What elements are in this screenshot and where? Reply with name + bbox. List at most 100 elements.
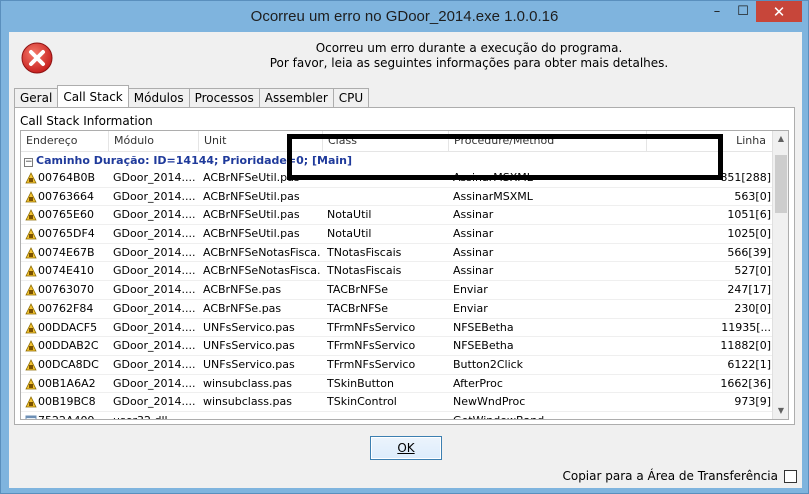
exe-module-icon: [25, 209, 37, 221]
cell-line: 563[0]: [734, 189, 771, 203]
cell-procedure: Enviar: [453, 283, 488, 297]
table-row[interactable]: 00B19BC8 GDoor_2014.... winsubclass.pas TSk…: [21, 393, 773, 412]
cell-unit: ACBrNFSeUtil.pas: [203, 227, 300, 241]
scroll-down-arrow-icon[interactable]: ▼: [773, 403, 788, 419]
exe-module-icon: [25, 284, 37, 296]
exe-module-icon: [25, 377, 37, 389]
cell-address: 0074E410: [38, 264, 94, 278]
table-row[interactable]: 00B1A6A2 GDoor_2014.... winsubclass.pas TSk…: [21, 375, 773, 394]
exe-module-icon: [25, 302, 37, 315]
cell-module: GDoor_2014....: [113, 301, 196, 315]
table-row[interactable]: 00DDAB2C GDoor_2014.... UNFsServico.pas TFr…: [21, 337, 773, 356]
cell-module: GDoor_2014....: [113, 339, 196, 353]
cell-line: 1662[36]: [720, 376, 771, 390]
close-button[interactable]: ✕: [756, 1, 802, 22]
panel-title: Call Stack Information: [20, 114, 153, 128]
cell-line: 1051[6]: [727, 208, 771, 222]
cell-class: TSkinControl: [327, 395, 397, 409]
cell-line: 247[17]: [727, 283, 771, 297]
exe-module-icon: [25, 228, 37, 240]
column-header[interactable]: Módulo: [109, 131, 199, 152]
cell-procedure: Assinar: [453, 208, 494, 222]
scroll-thumb[interactable]: [775, 155, 787, 213]
table-row[interactable]: 00762F84 GDoor_2014.... ACBrNFSe.pas TACBrN…: [21, 300, 773, 319]
table-row[interactable]: 00763070 GDoor_2014.... ACBrNFSe.pas TACBrN…: [21, 281, 773, 300]
column-header[interactable]: Endereço: [21, 131, 109, 152]
exe-module-icon: [25, 265, 37, 277]
cell-module: GDoor_2014....: [113, 245, 196, 259]
cell-class: TSkinButton: [327, 376, 394, 390]
tab-geral[interactable]: Geral: [14, 88, 59, 107]
column-header[interactable]: Procedure/Method: [449, 131, 647, 152]
window-controls: – ☐ ✕: [704, 1, 802, 22]
cell-address: 00763664: [38, 189, 94, 203]
cell-address: 00B19BC8: [38, 395, 96, 409]
cell-procedure: AfterProc: [453, 376, 503, 390]
window-title: Ocorreu um erro no GDoor_2014.exe 1.0.0.…: [250, 8, 559, 25]
table-row[interactable]: 0074E67B GDoor_2014.... ACBrNFSeNotasFisca…: [21, 244, 773, 263]
table-row[interactable]: 00764B0B GDoor_2014.... ACBrNFSeUtil.pas As…: [21, 169, 773, 188]
cell-line: 527[0]: [734, 264, 771, 278]
cell-class: TFrmNFsServico: [327, 339, 416, 353]
table-row[interactable]: 7522A409 user32.dll GetWindowBand: [21, 412, 773, 419]
cell-line: 851[288]: [720, 171, 771, 184]
cell-class: NotaUtil: [327, 227, 372, 241]
cell-address: 0074E67B: [38, 245, 95, 259]
cell-unit: ACBrNFSeNotasFisca...: [203, 245, 321, 259]
tab-assembler[interactable]: Assembler: [258, 88, 334, 107]
tab-call-stack[interactable]: Call Stack: [57, 85, 129, 107]
cell-procedure: Assinar: [453, 227, 494, 241]
call-stack-grid[interactable]: Endereço Módulo Unit Class Procedure/Method L…: [20, 130, 789, 420]
dll-module-icon: [25, 415, 37, 419]
table-row[interactable]: 00765DF4 GDoor_2014.... ACBrNFSeUtil.pas No…: [21, 225, 773, 244]
cell-procedure: GetWindowBand: [453, 412, 643, 419]
cell-procedure: AssinarMSXML: [453, 171, 533, 184]
maximize-button[interactable]: ☐: [730, 1, 756, 22]
scroll-up-arrow-icon[interactable]: ▲: [773, 131, 788, 147]
cell-procedure: AssinarMSXML: [453, 189, 533, 203]
error-dialog-window: Ocorreu um erro no GDoor_2014.exe 1.0.0.…: [0, 0, 809, 494]
table-row[interactable]: 0074E410 GDoor_2014.... ACBrNFSeNotasFisca…: [21, 262, 773, 282]
cell-class: [327, 412, 447, 419]
cell-address: 00765DF4: [38, 227, 95, 241]
cell-address: 00DCA8DC: [38, 357, 99, 371]
cell-line: 11882[0]: [720, 339, 771, 353]
cell-class: NotaUtil: [327, 208, 372, 222]
cell-line: 11935[...: [721, 320, 771, 334]
cell-procedure: Assinar: [453, 245, 494, 259]
tab-strip: Geral Call Stack Módulos Processos Assembler…: [14, 85, 370, 107]
table-row[interactable]: 00765E60 GDoor_2014.... ACBrNFSeUtil.pas No…: [21, 206, 773, 226]
table-row[interactable]: 00DDACF5 GDoor_2014.... UNFsServico.pas TFr…: [21, 319, 773, 338]
cell-procedure: NFSEBetha: [453, 339, 514, 353]
grid-header: Endereço Módulo Unit Class Procedure/Method L…: [21, 131, 773, 152]
title-bar[interactable]: Ocorreu um erro no GDoor_2014.exe 1.0.0.…: [1, 1, 808, 32]
exe-module-icon: [25, 172, 37, 184]
copy-checkbox[interactable]: [784, 469, 797, 483]
column-header[interactable]: Linha: [647, 131, 773, 152]
cell-address: 00762F84: [38, 301, 94, 315]
cell-line: 1025[0]: [727, 227, 771, 241]
cell-module: user32.dll: [113, 412, 197, 419]
exe-module-icon: [25, 358, 37, 371]
cell-unit: ACBrNFSeUtil.pas: [203, 171, 300, 184]
thread-group-row[interactable]: − Caminho Duração: ID=14144; Prioridade=0…: [21, 153, 773, 169]
cell-module: GDoor_2014....: [113, 264, 196, 278]
tab-cpu[interactable]: CPU: [332, 88, 370, 107]
cell-unit: winsubclass.pas: [203, 376, 292, 390]
table-row[interactable]: 00DCA8DC GDoor_2014.... UNFsServico.pas TFr…: [21, 356, 773, 375]
grid-rows: 00764B0B GDoor_2014.... ACBrNFSeUtil.pas As…: [21, 169, 773, 419]
table-row[interactable]: 00763664 GDoor_2014.... ACBrNFSeUtil.pas As…: [21, 188, 773, 207]
tab-modulos[interactable]: Módulos: [127, 88, 190, 107]
collapse-toggle[interactable]: −: [24, 158, 33, 167]
cell-address: 00DDACF5: [38, 320, 98, 334]
cell-class: TFrmNFsServico: [327, 357, 416, 371]
cell-unit: UNFsServico.pas: [203, 357, 295, 371]
vertical-scrollbar[interactable]: ▲ ▼: [772, 131, 788, 419]
copy-to-clipboard-option[interactable]: Copiar para a Área de Transferência: [562, 469, 797, 483]
cell-module: GDoor_2014....: [113, 357, 196, 371]
minimize-button[interactable]: –: [704, 1, 730, 22]
column-header[interactable]: Class: [323, 131, 449, 152]
tab-processos[interactable]: Processos: [188, 88, 260, 107]
column-header[interactable]: Unit: [199, 131, 323, 152]
ok-button[interactable]: OK: [370, 436, 442, 460]
